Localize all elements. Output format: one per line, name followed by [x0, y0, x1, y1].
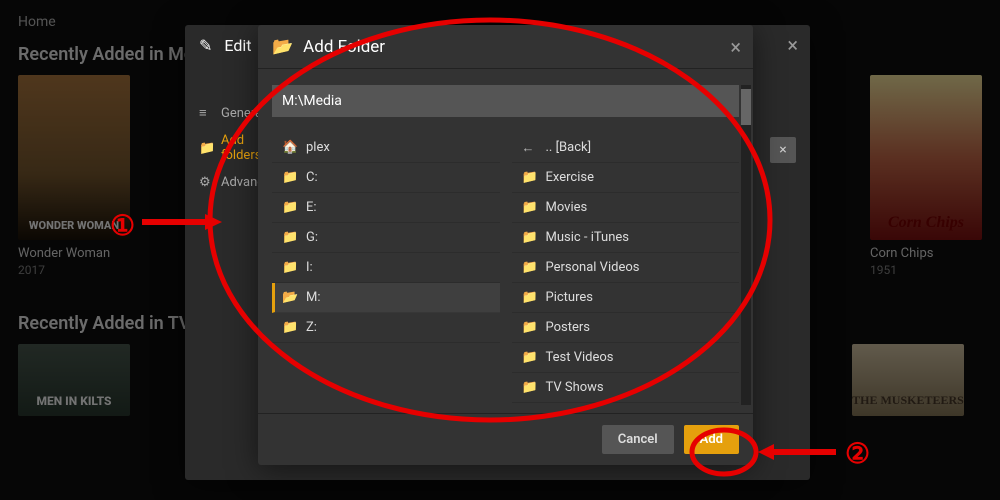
folder-icon: 📁 [282, 230, 296, 245]
folder-item[interactable]: 📁 Exercise [512, 163, 740, 193]
pencil-icon: ✎ [199, 36, 212, 55]
add-folder-title: Add Folder [303, 37, 385, 57]
folder-item-label: TV Shows [546, 380, 604, 395]
folder-open-icon: 📂 [282, 290, 296, 305]
folder-icon: 📁 [282, 320, 296, 335]
folder-list: ← .. [Back] 📁 Exercise 📁 Movies 📁 Music - iTune… [512, 133, 740, 417]
folder-icon: 📁 [199, 141, 213, 156]
folder-icon: 📁 [522, 380, 536, 395]
folder-item-label: Personal Videos [546, 260, 640, 275]
folder-item[interactable]: 📁 G: [272, 223, 500, 253]
close-icon[interactable]: × [787, 33, 798, 57]
folder-icon: 📁 [522, 260, 536, 275]
folder-item-label: plex [306, 140, 330, 155]
folder-icon: 📁 [522, 350, 536, 365]
folder-icon: 📁 [522, 170, 536, 185]
scrollbar-track[interactable] [741, 85, 751, 405]
close-icon[interactable]: × [730, 35, 741, 59]
folder-item-label: Movies [546, 200, 588, 215]
add-folder-modal: 📂 Add Folder × 🏠 plex 📁 C: 📁 E: 📁 G: 📁 I: 📂 M: 📁 Z: ←… [258, 25, 753, 465]
folder-item-label: G: [306, 230, 318, 245]
folder-item-label: Pictures [546, 290, 593, 305]
folder-item[interactable]: ← .. [Back] [512, 133, 740, 163]
scrollbar-thumb[interactable] [741, 89, 751, 125]
folder-icon: 📁 [282, 260, 296, 275]
folder-item[interactable]: 📁 Pictures [512, 283, 740, 313]
folder-item-label: I: [306, 260, 313, 275]
list-icon: ≡ [199, 105, 213, 121]
path-input-wrap [272, 85, 739, 117]
folder-icon: 📁 [522, 320, 536, 335]
add-folder-footer: Cancel Add [258, 413, 753, 465]
folder-item[interactable]: 📁 TV Shows [512, 373, 740, 403]
folder-item-label: Posters [546, 320, 591, 335]
folder-item[interactable]: 📂 M: [272, 283, 500, 313]
drive-list: 🏠 plex 📁 C: 📁 E: 📁 G: 📁 I: 📂 M: 📁 Z: [272, 133, 500, 417]
folder-item-label: Test Videos [546, 350, 614, 365]
folder-browser: 🏠 plex 📁 C: 📁 E: 📁 G: 📁 I: 📂 M: 📁 Z: ← .. [Back] 📁 Exerc… [258, 127, 753, 417]
home-icon: 🏠 [282, 140, 296, 155]
folder-item[interactable]: 📁 Posters [512, 313, 740, 343]
folder-path-input[interactable] [272, 85, 739, 117]
folder-item[interactable]: 📁 C: [272, 163, 500, 193]
folder-icon: 📁 [522, 200, 536, 215]
folder-item[interactable]: 📁 E: [272, 193, 500, 223]
folder-icon: 📁 [522, 230, 536, 245]
folder-item-label: .. [Back] [546, 140, 592, 155]
folder-item[interactable]: 🏠 plex [272, 133, 500, 163]
folder-item[interactable]: 📁 Z: [272, 313, 500, 343]
cancel-button[interactable]: Cancel [602, 425, 674, 454]
folder-item-label: E: [306, 200, 317, 215]
folder-icon: 📁 [282, 170, 296, 185]
folder-item-label: M: [306, 290, 321, 305]
folder-item[interactable]: 📁 Personal Videos [512, 253, 740, 283]
folder-open-icon: 📂 [272, 37, 293, 57]
folder-item[interactable]: 📁 Movies [512, 193, 740, 223]
folder-item-label: Exercise [546, 170, 594, 185]
edit-modal-title: Edit [224, 36, 251, 55]
folder-item-label: Z: [306, 320, 317, 335]
folder-item[interactable]: 📁 I: [272, 253, 500, 283]
folder-item[interactable]: 📁 Music - iTunes [512, 223, 740, 253]
folder-icon: 📁 [522, 290, 536, 305]
back-icon: ← [522, 140, 536, 156]
folder-item-label: Music - iTunes [546, 230, 630, 245]
remove-folder-button[interactable]: × [770, 137, 796, 163]
folder-icon: 📁 [282, 200, 296, 215]
add-button[interactable]: Add [684, 425, 739, 454]
add-folder-header: 📂 Add Folder [258, 25, 753, 69]
gear-icon: ⚙ [199, 175, 213, 190]
folder-item-label: C: [306, 170, 318, 185]
folder-item[interactable]: 📁 Test Videos [512, 343, 740, 373]
